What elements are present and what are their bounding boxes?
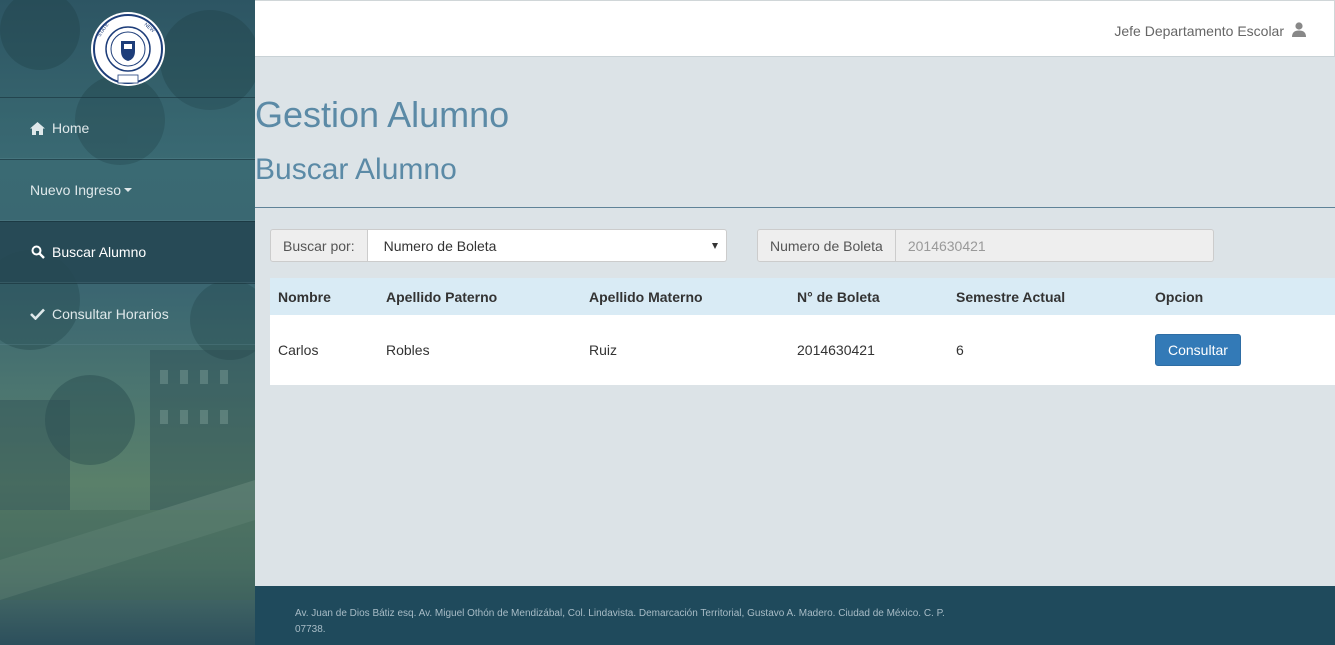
sidebar-item-label: Consultar Horarios: [52, 306, 169, 322]
search-by-label: Buscar por:: [270, 229, 368, 262]
table-header: Nombre Apellido Paterno Apellido Materno…: [270, 278, 1335, 315]
sidebar-item-consultar-horarios[interactable]: Consultar Horarios: [0, 283, 255, 345]
search-by-selected-value: Numero de Boleta: [383, 237, 497, 254]
column-header: Nombre: [278, 288, 331, 305]
cell-nombre: Carlos: [278, 342, 319, 358]
user-menu[interactable]: Jefe Departamento Escolar: [1114, 22, 1306, 40]
search-field-label: Numero de Boleta: [757, 229, 896, 262]
divider: [255, 207, 1335, 208]
search-by-group: Buscar por: Numero de Boleta: [270, 229, 727, 262]
top-navbar: Jefe Departamento Escolar: [255, 0, 1335, 57]
column-header: Semestre Actual: [956, 288, 1066, 305]
column-header: N° de Boleta: [797, 288, 880, 305]
dropdown-arrow-icon: [712, 243, 718, 249]
sidebar: STATE NEW Home Nuevo Ingreso Buscar Alum…: [0, 0, 255, 645]
footer-address: Av. Juan de Dios Bátiz esq. Av. Miguel O…: [295, 608, 945, 635]
check-icon: [30, 308, 45, 320]
logo-area: STATE NEW: [0, 0, 255, 97]
table-row: Carlos Robles Ruiz 2014630421 6 Consulta…: [270, 315, 1335, 385]
user-icon: [1292, 22, 1306, 40]
caret-down-icon: [124, 188, 133, 192]
cell-semestre: 6: [956, 342, 964, 358]
search-value-group: Numero de Boleta 2014630421: [757, 229, 1214, 262]
sidebar-item-label: Nuevo Ingreso: [30, 182, 122, 198]
boleta-input[interactable]: 2014630421: [895, 229, 1214, 262]
column-header: Apellido Materno: [589, 288, 703, 305]
sidebar-nav: Home Nuevo Ingreso Buscar Alumno Consult…: [0, 97, 255, 345]
column-header: Opcion: [1155, 288, 1204, 305]
sidebar-item-nuevo-ingreso[interactable]: Nuevo Ingreso: [0, 159, 255, 221]
sidebar-item-label: Home: [52, 120, 90, 136]
user-name: Jefe Departamento Escolar: [1114, 23, 1284, 39]
cell-apellido-materno: Ruiz: [589, 342, 618, 358]
cell-apellido-paterno: Robles: [386, 342, 430, 358]
footer: Av. Juan de Dios Bátiz esq. Av. Miguel O…: [255, 586, 1335, 645]
cell-boleta: 2014630421: [797, 342, 875, 358]
search-by-select[interactable]: Numero de Boleta: [367, 229, 727, 262]
sidebar-item-label: Buscar Alumno: [52, 244, 147, 260]
search-icon: [30, 245, 45, 259]
column-header: Apellido Paterno: [386, 288, 498, 305]
results-table: Nombre Apellido Paterno Apellido Materno…: [270, 278, 1335, 385]
university-seal-logo[interactable]: STATE NEW: [90, 11, 166, 87]
sidebar-item-buscar-alumno[interactable]: Buscar Alumno: [0, 221, 255, 283]
cell-opcion: Consultar: [1147, 334, 1335, 366]
page-subtitle: Buscar Alumno: [255, 153, 457, 186]
home-icon: [30, 121, 45, 135]
consultar-button[interactable]: Consultar: [1155, 334, 1241, 366]
sidebar-item-home[interactable]: Home: [0, 97, 255, 159]
page-title: Gestion Alumno: [255, 94, 510, 135]
